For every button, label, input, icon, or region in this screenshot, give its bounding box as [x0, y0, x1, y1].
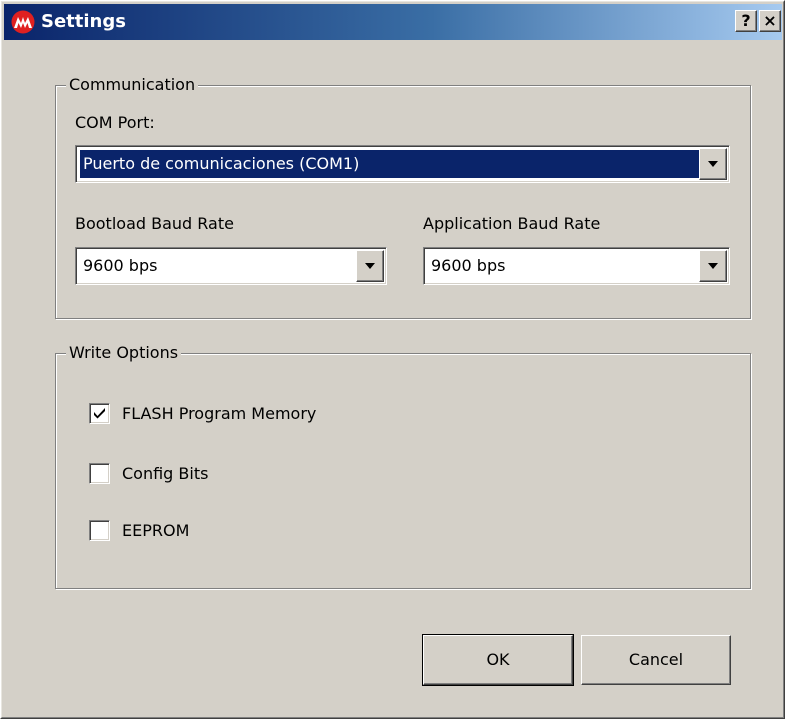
title-bar[interactable]: Settings ? × — [4, 4, 782, 40]
chevron-down-icon — [708, 161, 718, 167]
bootload-baud-rate-value: 9600 bps — [83, 256, 158, 275]
bootload-baud-rate-label: Bootload Baud Rate — [75, 214, 234, 233]
config-bits-label: Config Bits — [122, 464, 209, 483]
application-baud-rate-value: 9600 bps — [431, 256, 506, 275]
application-baud-rate-select[interactable]: 9600 bps — [423, 247, 730, 285]
application-baud-rate-dropdown-button[interactable] — [699, 250, 727, 282]
help-button[interactable]: ? — [735, 10, 757, 32]
com-port-select[interactable]: Puerto de comunicaciones (COM1) — [75, 145, 730, 183]
com-port-label: COM Port: — [75, 113, 155, 132]
eeprom-checkbox[interactable] — [89, 520, 110, 541]
flash-program-memory-checkbox[interactable] — [89, 403, 110, 424]
chevron-down-icon — [365, 263, 375, 269]
com-port-dropdown-button[interactable] — [699, 148, 727, 180]
config-bits-checkbox[interactable] — [89, 463, 110, 484]
com-port-value: Puerto de comunicaciones (COM1) — [80, 150, 699, 178]
eeprom-label: EEPROM — [122, 521, 190, 540]
bootload-baud-rate-dropdown-button[interactable] — [356, 250, 384, 282]
close-button[interactable]: × — [759, 10, 781, 32]
write-options-group-label: Write Options — [66, 343, 182, 363]
flash-program-memory-label: FLASH Program Memory — [122, 404, 317, 423]
bootload-baud-rate-select[interactable]: 9600 bps — [75, 247, 387, 285]
window-title: Settings — [41, 11, 126, 32]
checkmark-icon — [94, 408, 105, 419]
ok-button[interactable]: OK — [422, 634, 574, 686]
chevron-down-icon — [708, 263, 718, 269]
cancel-button[interactable]: Cancel — [581, 635, 731, 685]
microchip-logo-icon — [11, 10, 35, 34]
application-baud-rate-label: Application Baud Rate — [423, 214, 601, 233]
communication-group-label: Communication — [66, 75, 199, 95]
settings-dialog: Settings ? × Communication COM Port: Pue… — [0, 0, 785, 719]
